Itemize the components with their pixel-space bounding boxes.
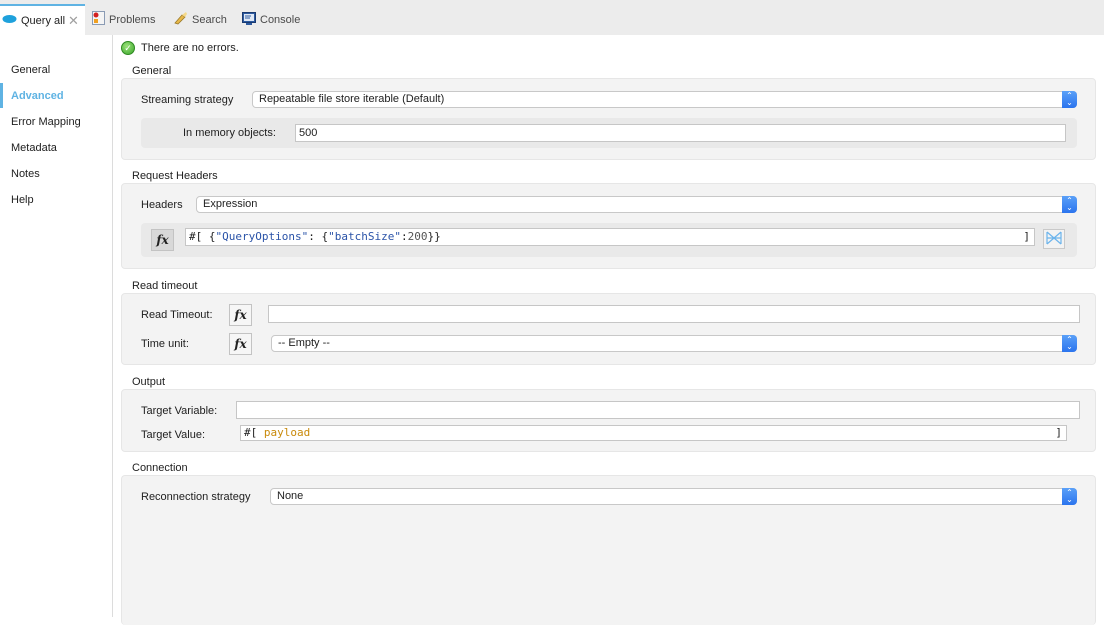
salesforce-cloud-icon	[2, 14, 17, 27]
expression-string: "batchSize"	[328, 230, 401, 243]
time-unit-select[interactable]: -- Empty -- ⌃⌄	[271, 335, 1077, 352]
expression-suffix: ]	[1055, 426, 1062, 440]
section-title-general: General	[132, 65, 171, 77]
output-group: Target Variable: Target Value: #[ payloa…	[121, 389, 1096, 452]
check-circle-icon: ✓	[121, 41, 135, 55]
streaming-strategy-select[interactable]: Repeatable file store iterable (Default)…	[252, 91, 1077, 108]
expression-token: {	[202, 230, 215, 243]
target-variable-label: Target Variable:	[141, 405, 217, 417]
reconnection-strategy-select[interactable]: None ⌃⌄	[270, 488, 1077, 505]
repeatable-options-group: In memory objects: 500	[141, 118, 1077, 148]
expression-string: "QueryOptions"	[216, 230, 309, 243]
show-mapping-button[interactable]	[1043, 229, 1065, 249]
sidebar-item-general[interactable]: General	[11, 64, 50, 76]
chevron-up-down-icon: ⌃⌄	[1062, 196, 1077, 213]
sidebar-item-notes[interactable]: Notes	[11, 168, 40, 180]
problems-icon	[92, 11, 105, 28]
section-title-connection: Connection	[132, 462, 188, 474]
properties-panel: ✓ There are no errors. General Streaming…	[113, 35, 1104, 617]
close-icon[interactable]: ✕	[68, 13, 79, 29]
headers-label: Headers	[141, 199, 183, 211]
target-variable-input[interactable]	[236, 401, 1080, 419]
in-memory-objects-label: In memory objects:	[183, 127, 276, 139]
target-value-input[interactable]: #[ payload ]	[240, 425, 1067, 441]
expression-prefix: #[	[244, 426, 257, 439]
section-title-request-headers: Request Headers	[132, 170, 218, 182]
connection-group: Reconnection strategy None ⌃⌄	[121, 475, 1096, 625]
reconnection-strategy-label: Reconnection strategy	[141, 491, 250, 503]
chevron-up-down-icon: ⌃⌄	[1062, 91, 1077, 108]
fx-toggle-button[interactable]: fx	[151, 229, 174, 251]
expression-token: }}	[427, 230, 440, 243]
active-indicator	[0, 83, 3, 108]
target-value-label: Target Value:	[141, 429, 205, 441]
validation-status: ✓ There are no errors.	[121, 41, 239, 55]
time-unit-label: Time unit:	[141, 338, 189, 350]
tab-label: Problems	[109, 14, 155, 26]
headers-expression-group: fx #[ {"QueryOptions": {"batchSize":200}…	[141, 223, 1077, 257]
sidebar-item-error-mapping[interactable]: Error Mapping	[11, 116, 81, 128]
read-timeout-group: Read Timeout: fx Time unit: fx -- Empty …	[121, 293, 1096, 365]
expression-token: :	[401, 230, 408, 243]
expression-keyword: payload	[264, 426, 310, 439]
read-timeout-fx-button[interactable]: fx	[229, 304, 252, 326]
chevron-up-down-icon: ⌃⌄	[1062, 335, 1077, 352]
time-unit-fx-button[interactable]: fx	[229, 333, 252, 355]
read-timeout-input[interactable]	[268, 305, 1080, 323]
expression-prefix: #[	[189, 230, 202, 243]
streaming-strategy-label: Streaming strategy	[141, 94, 233, 106]
search-flashlight-icon	[173, 11, 188, 28]
read-timeout-label: Read Timeout:	[141, 309, 213, 321]
expression-number: 200	[408, 230, 428, 243]
tab-label: Search	[192, 14, 227, 26]
editor-tab-bar: Query all ✕ Problems Search Console	[0, 0, 1104, 35]
properties-sidebar: General Advanced Error Mapping Metadata …	[0, 35, 113, 617]
request-headers-group: Headers Expression ⌃⌄ fx #[ {"QueryOptio…	[121, 183, 1096, 269]
headers-expression-input[interactable]: #[ {"QueryOptions": {"batchSize":200}} ]	[185, 228, 1035, 246]
console-icon	[242, 12, 256, 28]
time-unit-value: -- Empty --	[278, 337, 330, 349]
tab-console[interactable]: Console	[242, 4, 300, 35]
tab-query-all[interactable]: Query all ✕	[0, 4, 85, 35]
section-title-output: Output	[132, 376, 165, 388]
mapping-icon	[1045, 230, 1063, 249]
in-memory-objects-input[interactable]: 500	[295, 124, 1066, 142]
tab-label: Console	[260, 14, 300, 26]
expression-suffix: ]	[1023, 229, 1030, 245]
sidebar-item-metadata[interactable]: Metadata	[11, 142, 57, 154]
expression-token: : {	[308, 230, 328, 243]
tab-search[interactable]: Search	[173, 4, 227, 35]
streaming-strategy-value: Repeatable file store iterable (Default)	[259, 93, 444, 105]
status-message: There are no errors.	[141, 42, 239, 54]
tab-label: Query all	[21, 15, 65, 27]
reconnection-strategy-value: None	[277, 490, 303, 502]
sidebar-item-advanced[interactable]: Advanced	[11, 90, 64, 102]
sidebar-item-help[interactable]: Help	[11, 194, 34, 206]
general-group: Streaming strategy Repeatable file store…	[121, 78, 1096, 160]
tab-problems[interactable]: Problems	[92, 4, 155, 35]
section-title-read-timeout: Read timeout	[132, 280, 197, 292]
headers-mode-value: Expression	[203, 198, 257, 210]
chevron-up-down-icon: ⌃⌄	[1062, 488, 1077, 505]
headers-mode-select[interactable]: Expression ⌃⌄	[196, 196, 1077, 213]
